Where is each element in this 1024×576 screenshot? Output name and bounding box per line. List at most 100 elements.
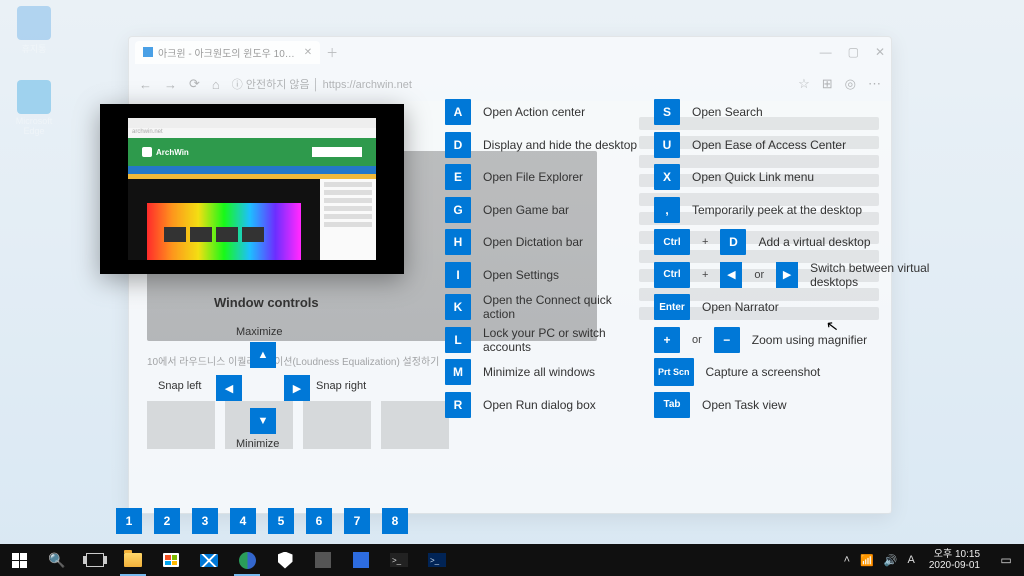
keycap-prtscn[interactable]: Prt Scn <box>654 358 694 386</box>
keycap-enter[interactable]: Enter <box>654 294 690 320</box>
taskbar-pinned: 🔍 >_ >_ <box>0 544 456 576</box>
keycap[interactable]: X <box>654 164 680 190</box>
taskbar-app-powershell[interactable]: >_ <box>418 544 456 576</box>
shortcut-desc: Open Settings <box>483 268 559 282</box>
keycap[interactable]: U <box>654 132 680 158</box>
keycap-ctrl[interactable]: Ctrl <box>654 229 690 255</box>
ime-indicator[interactable]: A <box>908 554 915 566</box>
search-icon: 🔍 <box>48 552 65 569</box>
powershell-icon: >_ <box>428 553 446 567</box>
keycap[interactable]: H <box>445 229 471 255</box>
keycap[interactable]: R <box>445 392 471 418</box>
taskbar-hint-3[interactable]: 3 <box>192 508 218 534</box>
system-tray[interactable]: ˄ 📶 🔊 A <box>838 554 921 567</box>
taskbar-hint-1[interactable]: 1 <box>116 508 142 534</box>
shortcut-desc: Lock your PC or switch accounts <box>483 326 645 354</box>
taskbar-app-terminal[interactable]: >_ <box>380 544 418 576</box>
taskbar-hint-8[interactable]: 8 <box>382 508 408 534</box>
keycap[interactable]: M <box>445 359 471 385</box>
wc-right-key[interactable]: ▶ <box>284 375 310 401</box>
shortcut-row-ctrl-d: Ctrl + D Add a virtual desktop <box>654 226 954 259</box>
keycap-arrow-left[interactable]: ◀ <box>720 262 742 288</box>
win-key-overlay: Window controls Maximize ▲ Snap left ◀ ▶… <box>0 0 1024 576</box>
keycap[interactable]: A <box>445 99 471 125</box>
start-button[interactable] <box>0 544 38 576</box>
taskbar-hint-7[interactable]: 7 <box>344 508 370 534</box>
wc-down-key[interactable]: ▼ <box>250 408 276 434</box>
shortcut-row: M Minimize all windows <box>445 356 645 389</box>
keycap[interactable]: K <box>445 294 471 320</box>
keycap[interactable]: G <box>445 197 471 223</box>
shortcut-row-prtscn: Prt Scn Capture a screenshot <box>654 356 954 389</box>
shortcut-desc: Switch between virtual desktops <box>810 261 954 289</box>
arrow-up-icon: ▲ <box>258 349 269 361</box>
arrow-left-icon: ◀ <box>225 382 233 395</box>
shortcut-row: K Open the Connect quick action <box>445 291 645 324</box>
taskbar-app-store[interactable] <box>152 544 190 576</box>
terminal-icon: >_ <box>390 553 408 567</box>
shortcut-desc: Open Narrator <box>702 300 779 314</box>
taskbar-app-generic1[interactable] <box>304 544 342 576</box>
keycap[interactable]: S <box>654 99 680 125</box>
keycap-arrow-right[interactable]: ▶ <box>776 262 798 288</box>
taskbar-app-mail[interactable] <box>190 544 228 576</box>
folder-icon <box>124 553 142 567</box>
shortcut-row: ,Temporarily peek at the desktop <box>654 194 954 227</box>
shortcut-desc: Display and hide the desktop <box>483 138 637 152</box>
clock-date: 2020-09-01 <box>929 560 980 572</box>
shortcut-desc: Open Run dialog box <box>483 398 596 412</box>
shortcut-row: GOpen Game bar <box>445 194 645 227</box>
taskbar-app-generic2[interactable] <box>342 544 380 576</box>
task-view-button[interactable] <box>76 544 114 576</box>
shortcut-row: X Open Quick Link menu <box>654 161 954 194</box>
taskbar-app-edge[interactable] <box>228 544 266 576</box>
shortcut-desc: Minimize all windows <box>483 365 595 379</box>
taskbar-hint-2[interactable]: 2 <box>154 508 180 534</box>
app-icon <box>315 552 331 568</box>
shortcut-desc: Open Ease of Access Center <box>692 138 846 152</box>
task-view-icon <box>86 553 104 567</box>
shortcut-desc: Open Search <box>692 105 763 119</box>
shortcut-desc: Open Task view <box>702 398 787 412</box>
tray-overflow-icon[interactable]: ˄ <box>844 554 850 566</box>
keycap[interactable]: E <box>445 164 471 190</box>
keycap[interactable]: , <box>654 197 680 223</box>
shortcut-row: E Open File Explorer <box>445 161 645 194</box>
keycap-minus[interactable]: − <box>714 327 740 353</box>
taskbar-hint-4[interactable]: 4 <box>230 508 256 534</box>
keycap[interactable]: I <box>445 262 471 288</box>
keycap[interactable]: L <box>445 327 471 353</box>
shortcut-column-1: A Open Action center D Display and hide the… <box>445 96 645 421</box>
shortcut-desc: Open File Explorer <box>483 170 583 184</box>
mouse-cursor-icon: ↖ <box>825 316 840 336</box>
wc-up-key[interactable]: ▲ <box>250 342 276 368</box>
arrow-right-icon: ▶ <box>293 382 301 395</box>
arrow-down-icon: ▼ <box>258 415 269 427</box>
wc-left-key[interactable]: ◀ <box>216 375 242 401</box>
shortcut-row: S Open Search <box>654 96 954 129</box>
volume-icon[interactable]: 🔊 <box>884 554 898 567</box>
taskbar-hint-6[interactable]: 6 <box>306 508 332 534</box>
shortcut-row: L Lock your PC or switch accounts <box>445 324 645 357</box>
taskbar-clock[interactable]: 오후 10:15 2020-09-01 <box>921 549 988 572</box>
network-icon[interactable]: 📶 <box>860 554 874 567</box>
action-center-button[interactable]: ▭ <box>988 544 1024 576</box>
keycap-d[interactable]: D <box>720 229 746 255</box>
shortcut-desc: Open the Connect quick action <box>483 293 645 321</box>
edge-icon <box>239 552 256 569</box>
shortcut-row-tab: Tab Open Task view <box>654 389 954 422</box>
shortcut-desc: Open Action center <box>483 105 585 119</box>
taskbar-app-security[interactable] <box>266 544 304 576</box>
keycap[interactable]: D <box>445 132 471 158</box>
taskbar-app-explorer[interactable] <box>114 544 152 576</box>
keycap-plus[interactable]: + <box>654 327 680 353</box>
search-button[interactable]: 🔍 <box>38 544 76 576</box>
keycap-ctrl[interactable]: Ctrl <box>654 262 690 288</box>
mail-icon <box>200 554 218 567</box>
store-icon <box>163 553 179 567</box>
taskbar: 🔍 >_ >_ ˄ 📶 🔊 A 오후 10:15 2020-09-01 ▭ <box>0 544 1024 576</box>
keycap-tab[interactable]: Tab <box>654 392 690 418</box>
shortcut-desc: Open Quick Link menu <box>692 170 814 184</box>
taskbar-hint-5[interactable]: 5 <box>268 508 294 534</box>
shortcut-row: I Open Settings <box>445 259 645 292</box>
